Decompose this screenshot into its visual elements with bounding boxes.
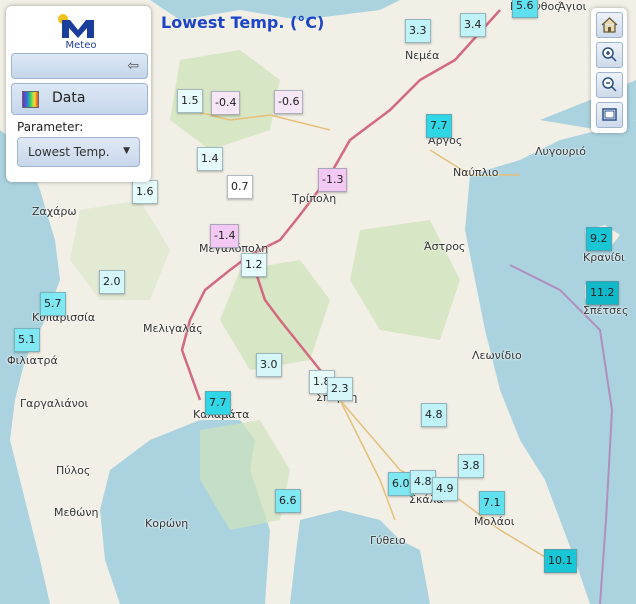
place-label: Σπέτσες bbox=[583, 304, 629, 317]
station-marker[interactable]: 9.2 bbox=[586, 227, 612, 251]
station-marker[interactable]: 7.7 bbox=[426, 114, 452, 138]
station-marker[interactable]: 1.5 bbox=[177, 89, 203, 113]
station-marker[interactable]: 6.6 bbox=[275, 489, 301, 513]
place-label: Κορώνη bbox=[145, 517, 189, 530]
color-scale-icon bbox=[22, 91, 39, 108]
fullscreen-button[interactable] bbox=[596, 102, 623, 128]
parameter-select-value: Lowest Temp. bbox=[28, 145, 110, 159]
place-label: Μελιγαλάς bbox=[143, 322, 203, 335]
zoom-out-icon bbox=[602, 77, 617, 92]
place-label: Λεωνίδιο bbox=[472, 349, 522, 362]
place-label: Λυγουριό bbox=[535, 145, 586, 158]
station-marker[interactable]: -1.3 bbox=[318, 168, 348, 192]
station-marker[interactable]: -0.6 bbox=[274, 90, 304, 114]
zoom-in-icon bbox=[602, 47, 617, 62]
arrow-left-icon: ⇦ bbox=[127, 58, 139, 74]
data-button[interactable]: Data bbox=[11, 83, 148, 115]
station-marker[interactable]: 7.1 bbox=[479, 491, 505, 515]
place-label: Νεμέα bbox=[405, 49, 440, 62]
station-marker[interactable]: 1.6 bbox=[132, 180, 158, 204]
parameter-select[interactable]: Lowest Temp. ▼ bbox=[17, 137, 140, 167]
station-marker[interactable]: 1.4 bbox=[197, 147, 223, 171]
zoom-out-button[interactable] bbox=[596, 72, 623, 98]
place-label: Πύλος bbox=[56, 464, 91, 477]
station-marker[interactable]: 2.0 bbox=[99, 270, 125, 294]
station-marker[interactable]: 1.2 bbox=[241, 253, 267, 277]
place-label: Ναύπλιο bbox=[453, 166, 499, 179]
station-marker[interactable]: 7.7 bbox=[205, 391, 231, 415]
station-marker[interactable]: 4.9 bbox=[432, 477, 458, 501]
home-icon bbox=[601, 17, 618, 33]
place-label: Τρίπολη bbox=[292, 192, 337, 205]
station-marker[interactable]: 10.1 bbox=[544, 549, 577, 573]
station-marker[interactable]: 3.8 bbox=[458, 454, 484, 478]
station-marker[interactable]: 3.3 bbox=[405, 19, 431, 43]
place-label: Γαργαλιάνοι bbox=[20, 397, 89, 410]
station-marker[interactable]: 3.0 bbox=[256, 353, 282, 377]
station-marker[interactable]: 2.3 bbox=[327, 377, 353, 401]
chevron-down-icon: ▼ bbox=[123, 146, 130, 156]
meteo-logo: Meteo bbox=[56, 12, 106, 52]
control-panel: Meteo ⇦ Data Parameter: Lowest Temp. ▼ bbox=[6, 6, 151, 182]
place-label: Άγιοι bbox=[558, 0, 587, 13]
station-marker[interactable]: 11.2 bbox=[586, 281, 619, 305]
station-marker[interactable]: 5.7 bbox=[40, 292, 66, 316]
zoom-in-button[interactable] bbox=[596, 42, 623, 68]
place-label: Μολάοι bbox=[474, 515, 515, 528]
station-marker[interactable]: 0.7 bbox=[227, 175, 253, 199]
fullscreen-icon bbox=[602, 108, 617, 121]
station-marker[interactable]: 5.1 bbox=[14, 328, 40, 352]
home-button[interactable] bbox=[596, 12, 623, 38]
station-marker[interactable]: -0.4 bbox=[211, 91, 241, 115]
data-button-label: Data bbox=[52, 90, 86, 106]
station-marker[interactable]: 3.4 bbox=[460, 13, 486, 37]
place-label: Κρανίδι bbox=[583, 251, 625, 264]
logo-text: Meteo bbox=[65, 40, 97, 51]
station-marker[interactable]: -1.4 bbox=[210, 224, 240, 248]
collapse-button[interactable]: ⇦ bbox=[11, 53, 148, 79]
map-toolbar bbox=[591, 8, 627, 133]
place-label: Ζαχάρω bbox=[32, 205, 77, 218]
place-label: Φιλιατρά bbox=[7, 354, 58, 367]
place-label: Μεθώνη bbox=[54, 506, 99, 519]
station-marker[interactable]: 4.8 bbox=[421, 403, 447, 427]
station-marker[interactable]: 5.6 bbox=[512, 0, 538, 18]
place-label: Γύθειο bbox=[370, 534, 406, 547]
map-title: Lowest Temp. (°C) bbox=[161, 13, 325, 32]
parameter-label: Parameter: bbox=[17, 120, 84, 134]
place-label: Άστρος bbox=[424, 240, 466, 253]
